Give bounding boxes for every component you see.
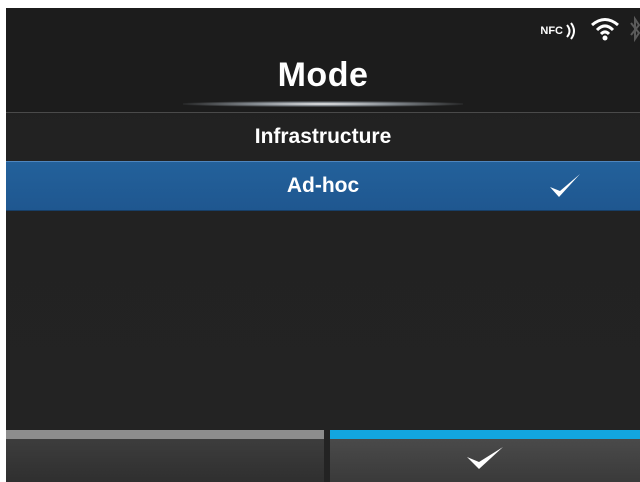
footer bbox=[6, 430, 640, 482]
title-underline-glow bbox=[183, 101, 463, 107]
wifi-icon bbox=[590, 16, 620, 47]
page-title: Mode bbox=[277, 56, 369, 94]
nfc-icon: NFC bbox=[540, 22, 580, 40]
status-bar: NFC bbox=[540, 15, 640, 48]
list-item-ad-hoc[interactable]: Ad-hoc bbox=[6, 161, 640, 211]
checkmark-icon bbox=[548, 172, 582, 206]
checkmark-icon bbox=[465, 445, 505, 476]
list-item-label: Infrastructure bbox=[254, 125, 392, 148]
bluetooth-icon bbox=[630, 15, 640, 48]
confirm-button[interactable] bbox=[330, 430, 640, 482]
screen: NFC Mode Infrastructure Ad-hoc bbox=[0, 0, 640, 482]
mode-options-list: Infrastructure Ad-hoc bbox=[6, 112, 640, 211]
list-item-label: Ad-hoc bbox=[286, 174, 360, 197]
back-button[interactable] bbox=[6, 430, 324, 482]
printer-display-panel: NFC Mode Infrastructure Ad-hoc bbox=[6, 8, 640, 482]
list-item-infrastructure[interactable]: Infrastructure bbox=[6, 112, 640, 161]
header: NFC Mode bbox=[6, 8, 640, 112]
nfc-label: NFC bbox=[540, 25, 563, 37]
